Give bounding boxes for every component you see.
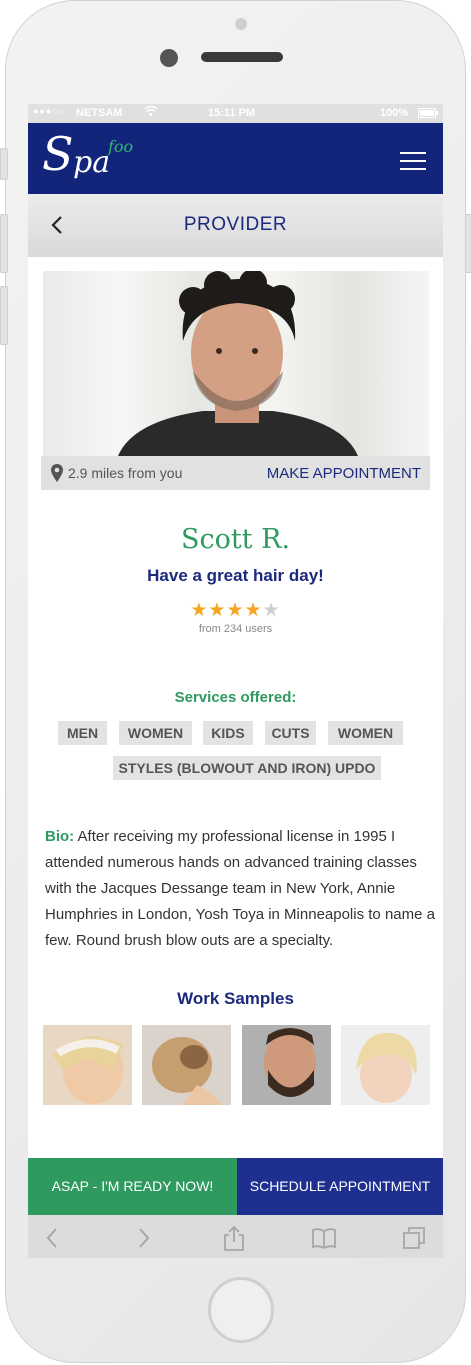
review-count: from 234 users <box>198 623 273 635</box>
screen: ●●●○○ NETSAM 15:11 PM 100% S pa foo PROV… <box>28 104 443 1258</box>
battery-icon <box>418 108 438 121</box>
hamburger-menu-icon[interactable] <box>400 152 426 172</box>
work-samples-title: Work Samples <box>177 989 294 1008</box>
nav-bar: PROVIDER <box>28 194 443 257</box>
schedule-appointment-button[interactable]: SCHEDULE APPOINTMENT <box>237 1158 443 1215</box>
service-tag[interactable]: WOMEN <box>328 721 403 745</box>
page-title: PROVIDER <box>183 214 288 235</box>
service-tag[interactable]: MEN <box>58 721 107 745</box>
star-filled-icon: ★ <box>226 600 245 621</box>
star-empty-icon: ★ <box>262 600 281 621</box>
home-button[interactable] <box>208 1277 274 1343</box>
app-header: S pa foo <box>28 123 443 194</box>
earpiece-speaker <box>201 52 283 62</box>
clock: 15:11 PM <box>208 107 256 119</box>
rating-stars: ★★★★★ <box>28 599 443 622</box>
power-button[interactable] <box>465 214 471 273</box>
tabs-icon[interactable] <box>401 1225 427 1251</box>
bio-label: Bio: <box>45 828 75 845</box>
battery-percent: 100% <box>380 107 409 119</box>
logo-letter-s: S <box>42 127 74 181</box>
carrier-label: NETSAM <box>76 107 123 119</box>
bio-paragraph: Bio: After receiving my professional lic… <box>45 824 435 954</box>
wifi-icon <box>144 105 158 120</box>
provider-name: Scott R. <box>180 524 291 555</box>
browser-toolbar <box>28 1215 443 1258</box>
service-tag[interactable]: CUTS <box>265 721 316 745</box>
provider-photo <box>43 271 429 456</box>
volume-up-button[interactable] <box>0 214 8 273</box>
work-sample-image[interactable] <box>341 1025 430 1105</box>
star-filled-icon: ★ <box>208 600 227 621</box>
front-camera <box>160 49 178 67</box>
mute-switch[interactable] <box>0 148 8 180</box>
provider-tagline: Have a great hair day! <box>147 566 324 585</box>
work-sample-image[interactable] <box>142 1025 231 1105</box>
work-sample-image[interactable] <box>242 1025 331 1105</box>
logo-letters-pa: pa <box>73 145 111 180</box>
star-filled-icon: ★ <box>244 600 263 621</box>
browser-back-icon[interactable] <box>40 1225 66 1251</box>
work-sample-image[interactable] <box>43 1025 132 1105</box>
front-sensor <box>235 18 247 30</box>
service-tag[interactable]: KIDS <box>203 721 253 745</box>
asap-ready-button[interactable]: ASAP - I'M READY NOW! <box>28 1158 237 1215</box>
location-pin-icon <box>51 464 63 482</box>
bookmarks-icon[interactable] <box>311 1225 337 1251</box>
status-bar: ●●●○○ NETSAM 15:11 PM 100% <box>28 104 443 123</box>
volume-down-button[interactable] <box>0 286 8 345</box>
services-title: Services offered: <box>174 689 297 706</box>
browser-forward-icon[interactable] <box>130 1225 156 1251</box>
make-appointment-link[interactable]: MAKE APPOINTMENT <box>267 465 421 482</box>
service-tag[interactable]: STYLES (BLOWOUT AND IRON) UPDO <box>113 756 381 780</box>
share-icon[interactable] <box>221 1225 247 1251</box>
bio-text: After receiving my professional license … <box>45 828 435 949</box>
location-bar: 2.9 miles from you MAKE APPOINTMENT <box>41 456 430 490</box>
distance-label: 2.9 miles from you <box>68 465 183 481</box>
logo-accent-foo: foo <box>108 137 134 156</box>
star-filled-icon: ★ <box>190 600 209 621</box>
signal-icon: ●●●○○ <box>33 106 66 116</box>
service-tag[interactable]: WOMEN <box>119 721 192 745</box>
